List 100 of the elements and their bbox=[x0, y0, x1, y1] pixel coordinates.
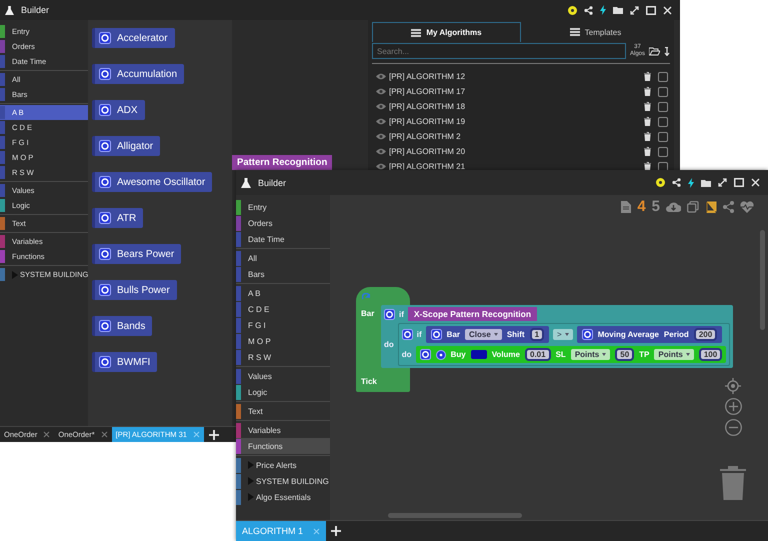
scrollbar[interactable] bbox=[760, 230, 765, 330]
indicator-block[interactable]: Accumulation bbox=[92, 64, 184, 84]
category-item[interactable]: C D E bbox=[236, 301, 330, 317]
value-field[interactable]: 200 bbox=[696, 330, 716, 339]
category-item[interactable]: All bbox=[236, 250, 330, 266]
eye-icon[interactable] bbox=[376, 148, 386, 155]
indicator-block[interactable]: Awesome Oscillator bbox=[92, 172, 212, 192]
checkbox[interactable] bbox=[658, 116, 668, 126]
indicator-block[interactable]: Alligator bbox=[92, 136, 160, 156]
trash-icon[interactable] bbox=[644, 87, 651, 96]
trash-icon[interactable] bbox=[644, 162, 651, 171]
unit-dropdown[interactable]: Points bbox=[654, 349, 694, 360]
eye-icon[interactable] bbox=[376, 133, 386, 140]
indicator-block[interactable]: Bands bbox=[92, 316, 152, 336]
recenter-icon[interactable] bbox=[725, 378, 741, 394]
value-field[interactable]: 100 bbox=[700, 350, 720, 359]
eye-icon[interactable] bbox=[376, 88, 386, 95]
cloud-download-icon[interactable] bbox=[666, 201, 681, 212]
buy-order-block[interactable]: Buy Volume 0.01 SL Points 50 TP Points 100 bbox=[416, 346, 726, 363]
eye-icon[interactable] bbox=[376, 118, 386, 125]
value-field[interactable]: 1 bbox=[532, 330, 542, 339]
algorithm-name[interactable]: [PR] ALGORITHM 19 bbox=[389, 117, 641, 126]
eye-icon[interactable] bbox=[376, 103, 386, 110]
category-item[interactable]: R S W bbox=[236, 349, 330, 365]
maximize-icon[interactable] bbox=[734, 178, 744, 187]
price-dropdown[interactable]: Close bbox=[465, 329, 502, 340]
indicator-block[interactable]: Accelerator bbox=[92, 28, 175, 48]
bar-value-block[interactable]: Bar Close Shift 1 bbox=[426, 326, 550, 343]
algorithm-name[interactable]: [PR] ALGORITHM 18 bbox=[389, 102, 641, 111]
category-item[interactable]: M O P bbox=[236, 333, 330, 349]
bolt-icon[interactable] bbox=[600, 5, 606, 15]
algorithm-name[interactable]: [PR] ALGORITHM 2 bbox=[389, 132, 641, 141]
folder-icon[interactable] bbox=[613, 6, 623, 14]
open-folder-icon[interactable] bbox=[649, 46, 660, 56]
category-item[interactable]: Entry bbox=[236, 199, 330, 215]
add-tab-icon[interactable] bbox=[208, 430, 219, 440]
sort-icon[interactable] bbox=[664, 46, 670, 56]
category-item[interactable]: Orders bbox=[236, 215, 330, 231]
category-item[interactable]: A B bbox=[236, 285, 330, 301]
indicator-block[interactable]: BWMFI bbox=[92, 352, 158, 372]
scrollbar[interactable] bbox=[388, 513, 522, 518]
category-item[interactable]: SYSTEM BUILDING bbox=[236, 473, 330, 489]
value-field[interactable]: 50 bbox=[617, 350, 632, 359]
library-tab[interactable]: Templates bbox=[521, 22, 670, 42]
category-item[interactable]: Variables bbox=[236, 422, 330, 438]
maximize-icon[interactable] bbox=[646, 6, 656, 14]
parameter-label: SL bbox=[556, 350, 566, 359]
file-icon[interactable] bbox=[621, 200, 632, 212]
indicator-block[interactable]: Bulls Power bbox=[92, 280, 177, 300]
library-tab[interactable]: My Algorithms bbox=[372, 22, 521, 42]
trash-icon[interactable] bbox=[644, 132, 651, 141]
algorithm-name[interactable]: [PR] ALGORITHM 17 bbox=[389, 87, 641, 96]
copy-icon[interactable] bbox=[687, 200, 699, 212]
toolbar-number[interactable]: 4 bbox=[637, 198, 646, 215]
category-item[interactable]: Date Time bbox=[236, 231, 330, 247]
color-field[interactable] bbox=[470, 350, 487, 359]
algorithm-name[interactable]: [PR] ALGORITHM 20 bbox=[389, 147, 641, 156]
eye-icon[interactable] bbox=[376, 163, 386, 170]
if-block[interactable]: if X-Scope Pattern Recognition do if Bar Close Shift 1 > Moving Average Period 200 do Buy Volume 0.01 SL Points 50 TP Points 100 bbox=[381, 305, 734, 368]
category-item[interactable]: Text bbox=[236, 403, 330, 419]
toolbar-number[interactable]: 5 bbox=[652, 198, 660, 215]
checkbox[interactable] bbox=[658, 86, 668, 96]
folder-icon[interactable] bbox=[701, 178, 711, 186]
algorithm-name[interactable]: [PR] ALGORITHM 12 bbox=[389, 72, 641, 81]
resize-icon[interactable] bbox=[718, 178, 727, 187]
book-icon[interactable] bbox=[705, 200, 717, 212]
operator-dropdown[interactable]: > bbox=[553, 329, 573, 340]
checkbox[interactable] bbox=[658, 146, 668, 156]
indicator-block[interactable]: Bears Power bbox=[92, 244, 182, 264]
trash-icon[interactable] bbox=[644, 147, 651, 156]
category-item[interactable]: Logic bbox=[236, 384, 330, 400]
pattern-block[interactable]: Pattern Recognition bbox=[232, 155, 332, 170]
trash-icon[interactable] bbox=[644, 72, 651, 81]
if-block[interactable]: if Bar Close Shift 1 > Moving Average Period 200 do Buy Volume 0.01 SL Points 50 TP Points 100 bbox=[398, 323, 730, 366]
category-item[interactable]: Algo Essentials bbox=[236, 489, 330, 505]
heart-pulse-icon[interactable] bbox=[740, 200, 754, 212]
value-field[interactable]: 0.01 bbox=[527, 350, 549, 359]
category-item[interactable]: Values bbox=[236, 368, 330, 384]
search-field[interactable]: Search... bbox=[372, 43, 626, 59]
indicator-block[interactable]: ADX bbox=[92, 100, 145, 120]
add-tab-icon[interactable] bbox=[331, 526, 342, 536]
eye-icon[interactable] bbox=[376, 73, 386, 80]
trash-icon[interactable] bbox=[644, 102, 651, 111]
condition-block[interactable]: X-Scope Pattern Recognition bbox=[408, 307, 538, 321]
checkbox[interactable] bbox=[658, 72, 668, 82]
category-item[interactable]: Functions bbox=[236, 438, 330, 454]
zoom-out-icon[interactable] bbox=[724, 419, 742, 436]
category-item[interactable]: Bars bbox=[236, 266, 330, 282]
indicator-block[interactable]: ATR bbox=[92, 208, 144, 228]
checkbox[interactable] bbox=[658, 102, 668, 112]
bolt-icon[interactable] bbox=[688, 178, 694, 188]
trash-icon[interactable] bbox=[644, 117, 651, 126]
resize-icon[interactable] bbox=[630, 6, 639, 14]
category-item[interactable]: F G I bbox=[236, 317, 330, 333]
indicator-block[interactable]: Moving Average Period 200 bbox=[576, 326, 722, 343]
zoom-in-icon[interactable] bbox=[724, 398, 742, 415]
checkbox[interactable] bbox=[658, 132, 668, 142]
category-item[interactable]: Price Alerts bbox=[236, 457, 330, 473]
unit-dropdown[interactable]: Points bbox=[570, 349, 610, 360]
parameter-label: Period bbox=[664, 330, 689, 339]
